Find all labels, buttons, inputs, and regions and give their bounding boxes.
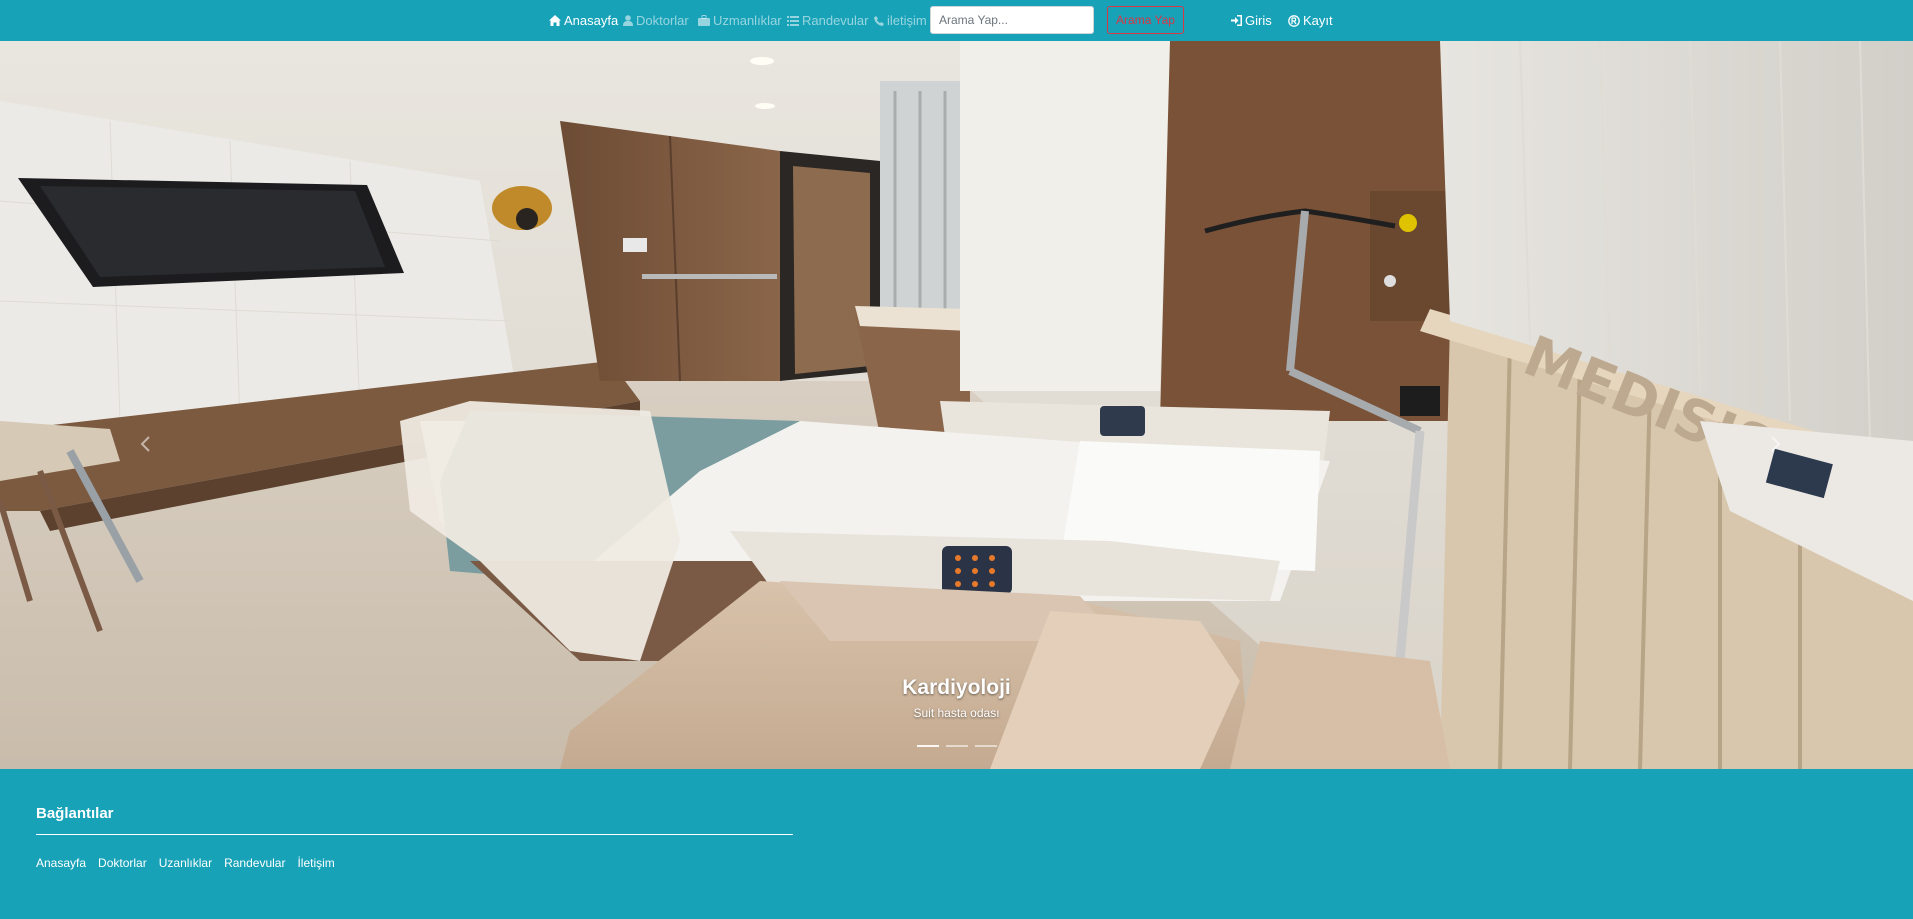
caption-subtitle: Suit hasta odası	[913, 706, 1000, 720]
home-icon	[549, 15, 561, 26]
nav-label: iletişim	[887, 13, 927, 28]
nav-label: Uzmanlıklar	[713, 13, 782, 28]
nav-label: Anasayfa	[564, 13, 619, 28]
carousel-prev-button[interactable]	[130, 429, 160, 459]
registered-icon	[1288, 14, 1300, 27]
footer-link-randevular[interactable]: Randevular	[224, 856, 285, 870]
carousel-indicator[interactable]	[916, 745, 939, 747]
nav-label: Kayıt	[1303, 13, 1333, 28]
footer-link-iletisim[interactable]: İletişim	[297, 856, 334, 870]
top-navbar: Anasayfa Doktorlar Uzmanlıklar Randevula…	[0, 0, 1913, 41]
list-icon	[787, 15, 799, 26]
caption-title: Kardiyoloji	[902, 676, 1011, 699]
footer-links: Anasayfa Doktorlar Uzanlıklar Randevular…	[36, 856, 335, 870]
carousel-indicators	[0, 745, 1913, 747]
nav-item-anasayfa[interactable]: Anasayfa	[549, 0, 618, 41]
nav-item-doktorlar[interactable]: Doktorlar	[623, 0, 689, 41]
nav-label: Randevular	[802, 13, 869, 28]
chevron-left-icon	[140, 436, 150, 452]
user-icon	[623, 15, 633, 26]
footer-link-doktorlar[interactable]: Doktorlar	[98, 856, 147, 870]
nav-item-randevular[interactable]: Randevular	[787, 0, 869, 41]
carousel-indicator[interactable]	[974, 745, 997, 747]
phone-icon	[874, 15, 884, 26]
briefcase-icon	[698, 15, 710, 26]
search-button[interactable]: Arama Yap	[1107, 6, 1184, 34]
nav-label: Doktorlar	[636, 13, 689, 28]
nav-item-uzmanliklar[interactable]: Uzmanlıklar	[698, 0, 782, 41]
carousel-caption: Kardiyoloji Suit hasta odası	[0, 675, 1913, 721]
search-input[interactable]	[930, 6, 1094, 34]
footer-link-uzanliklar[interactable]: Uzanlıklar	[159, 856, 212, 870]
hero-carousel: MEDISIS Kardiyoloji Suit hasta odası	[0, 41, 1913, 769]
hospital-room-image: MEDISIS	[0, 41, 1913, 769]
nav-item-giris[interactable]: Giris	[1231, 0, 1272, 41]
footer-divider	[36, 834, 793, 835]
footer: Bağlantılar Anasayfa Doktorlar Uzanlıkla…	[0, 769, 1913, 919]
carousel-next-button[interactable]	[1761, 429, 1791, 459]
nav-label: Giris	[1245, 13, 1272, 28]
footer-link-anasayfa[interactable]: Anasayfa	[36, 856, 86, 870]
carousel-indicator[interactable]	[945, 745, 968, 747]
login-icon	[1231, 15, 1242, 26]
footer-title: Bağlantılar	[36, 805, 114, 822]
nav-item-iletisim[interactable]: iletişim	[874, 0, 927, 41]
chevron-right-icon	[1771, 436, 1781, 452]
nav-item-kayit[interactable]: Kayıt	[1288, 0, 1333, 41]
